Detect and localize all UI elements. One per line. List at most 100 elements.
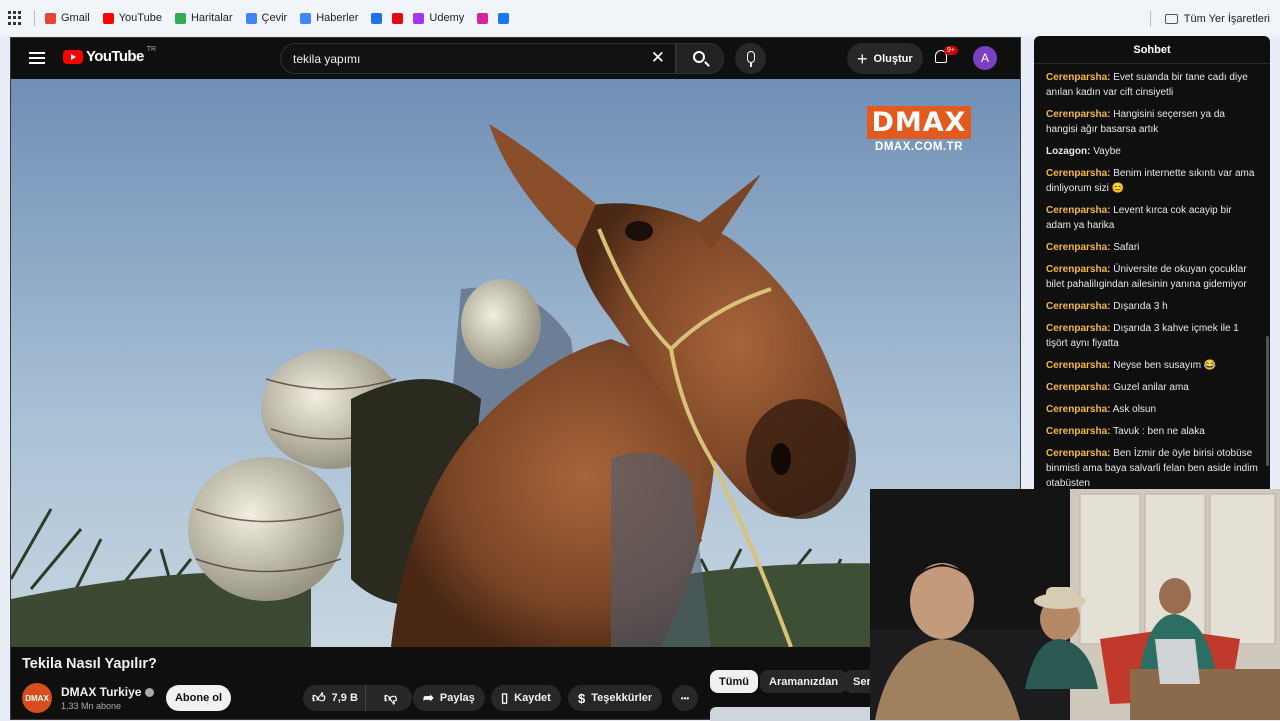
bookmark-item[interactable]: Haberler [300,12,358,24]
bookmark-item[interactable]: Gmail [45,12,90,24]
all-bookmarks-label: Tüm Yer İşaretleri [1183,13,1270,25]
bookmark-item[interactable]: YouTube [102,12,162,24]
chip-all[interactable]: Tümü [710,670,758,693]
chat-username[interactable]: Cerenparsha: [1046,426,1110,437]
bookmark-item[interactable]: Çevir [245,12,288,24]
bookmarks-separator [34,10,35,26]
share-button[interactable]: ➦ Paylaş [413,685,485,711]
chat-message: Lozagon: Vaybe [1046,144,1258,159]
region-code: TR [146,46,157,53]
youtube-logo-text: YouTube [86,48,144,65]
channel-name[interactable]: DMAX Turkiye [61,685,141,699]
bookmark-favicon-icon [413,12,425,24]
chat-username[interactable]: Cerenparsha: [1046,382,1110,393]
create-button[interactable]: + Oluştur [847,43,923,74]
bookmarks-list: Gmail YouTube Haritalar Çevir Haberler Udemy [45,12,519,24]
verified-icon [145,687,155,697]
youtube-logo[interactable]: YouTube TR [63,46,157,65]
chat-message: Cerenparsha: Hangisini seçersen ya da ha… [1046,107,1258,137]
voice-search-mic-icon[interactable] [735,43,766,74]
chat-username[interactable]: Cerenparsha: [1046,404,1110,415]
chat-message: Cerenparsha: Üniversite de okuyan çocukl… [1046,262,1258,292]
subscriber-count: 1,33 Mn abone [61,701,122,711]
dmax-watermark: DMAX DMAX.COM.TR [867,106,971,153]
chat-message: Cerenparsha: Evet suanda bir tane cadı d… [1046,70,1258,100]
bookmark-label: Çevir [261,12,288,24]
chat-message: Cerenparsha: Tavuk : ben ne alaka [1046,424,1258,439]
bookmark-favicon-icon [392,12,404,24]
bookmark-favicon-icon [371,12,383,24]
chat-username[interactable]: Cerenparsha: [1046,323,1110,334]
masthead: YouTube TR tekila yapımı ✕ + Oluştur 9+ … [11,38,1020,79]
channel-avatar[interactable]: DMAX [22,683,52,713]
search-query: tekila yapımı [293,51,361,66]
chat-username[interactable]: Cerenparsha: [1046,448,1110,459]
create-label: Oluştur [873,52,913,65]
video-player[interactable]: DMAX DMAX.COM.TR [11,79,1020,647]
chat-username[interactable]: Cerenparsha: [1046,72,1110,83]
chat-username[interactable]: Cerenparsha: [1046,168,1110,179]
bookmark-item[interactable]: Udemy [413,12,464,24]
bookmark-label: Gmail [61,12,90,24]
bookmark-item[interactable] [498,12,510,24]
chat-text: Guzel anilar ama [1113,382,1189,393]
bookmark-item[interactable] [371,12,383,24]
chip-from-search[interactable]: Aramanızdan [760,670,848,693]
chat-message-list[interactable]: Cerenparsha: Evet suanda bir tane cadı d… [1034,64,1270,491]
youtube-play-icon [63,49,83,64]
chat-username[interactable]: Cerenparsha: [1046,205,1110,216]
share-icon: ➦ [423,690,434,705]
bookmark-favicon-icon [102,12,114,24]
clear-search-icon[interactable]: ✕ [651,49,665,67]
like-count: 7,9 B [331,692,358,704]
thumbs-up-icon: 👍︎ [312,690,326,705]
save-button[interactable]: ▯ Kaydet [491,685,561,711]
video-frame [11,79,1020,647]
chat-message: Cerenparsha: Neyse ben susayım 😂 [1046,358,1258,373]
chat-message: Cerenparsha: Dışarıda 3 h [1046,299,1258,314]
bookmark-favicon-icon [245,12,257,24]
notifications-bell-icon[interactable]: 9+ [933,46,958,67]
webcam-overlay [870,489,1280,720]
bookmark-item[interactable] [477,12,489,24]
account-avatar[interactable]: A [973,46,997,70]
all-bookmarks[interactable]: Tüm Yer İşaretleri [1149,11,1270,27]
search-button[interactable] [676,43,724,74]
thumbs-down-icon: 👎︎ [384,690,398,705]
chat-scrollbar[interactable] [1266,336,1269,466]
menu-icon[interactable] [29,52,45,64]
chat-username[interactable]: Cerenparsha: [1046,264,1110,275]
chat-username[interactable]: Lozagon: [1046,146,1090,157]
bookmark-label: YouTube [118,12,162,24]
bookmark-icon: ▯ [501,690,509,705]
chat-text: Ask olsun [1112,404,1157,415]
like-button[interactable]: 👍︎ 7,9 B [303,685,366,711]
chat-message: Cerenparsha: Dışarıda 3 kahve içmek ile … [1046,321,1258,351]
channel-name-row[interactable]: DMAX Turkiye [61,685,155,699]
chat-username[interactable]: Cerenparsha: [1046,360,1110,371]
dmax-logo-text: DMAX [867,106,971,139]
search-icon [693,51,705,63]
share-label: Paylaş [439,692,475,704]
more-actions-button[interactable]: ••• [672,685,698,711]
chat-text: Vaybe [1093,146,1121,157]
chat-username[interactable]: Cerenparsha: [1046,109,1110,120]
bookmark-favicon-icon [300,12,312,24]
like-dislike-group: 👍︎ 7,9 B 👎︎ [303,685,412,711]
chat-username[interactable]: Cerenparsha: [1046,301,1110,312]
bookmark-item[interactable] [392,12,404,24]
subscribe-button[interactable]: Abone ol [166,685,231,711]
chat-username[interactable]: Cerenparsha: [1046,242,1110,253]
thanks-label: Teşekkürler [591,692,653,704]
thanks-button[interactable]: $ Teşekkürler [568,685,663,711]
chat-text: Dışarıda 3 h [1113,301,1168,312]
bookmarks-bar: Gmail YouTube Haritalar Çevir Haberler Udemy … [0,0,1280,36]
apps-grid-icon[interactable] [8,11,22,25]
bookmarks-separator-right [1149,11,1151,27]
search-input[interactable]: tekila yapımı ✕ [280,43,676,74]
bookmark-favicon-icon [477,12,489,24]
folder-icon [1164,14,1178,24]
bookmark-item[interactable]: Haritalar [174,12,233,24]
dislike-button[interactable]: 👎︎ [372,690,397,706]
chat-text: Safari [1113,242,1140,253]
